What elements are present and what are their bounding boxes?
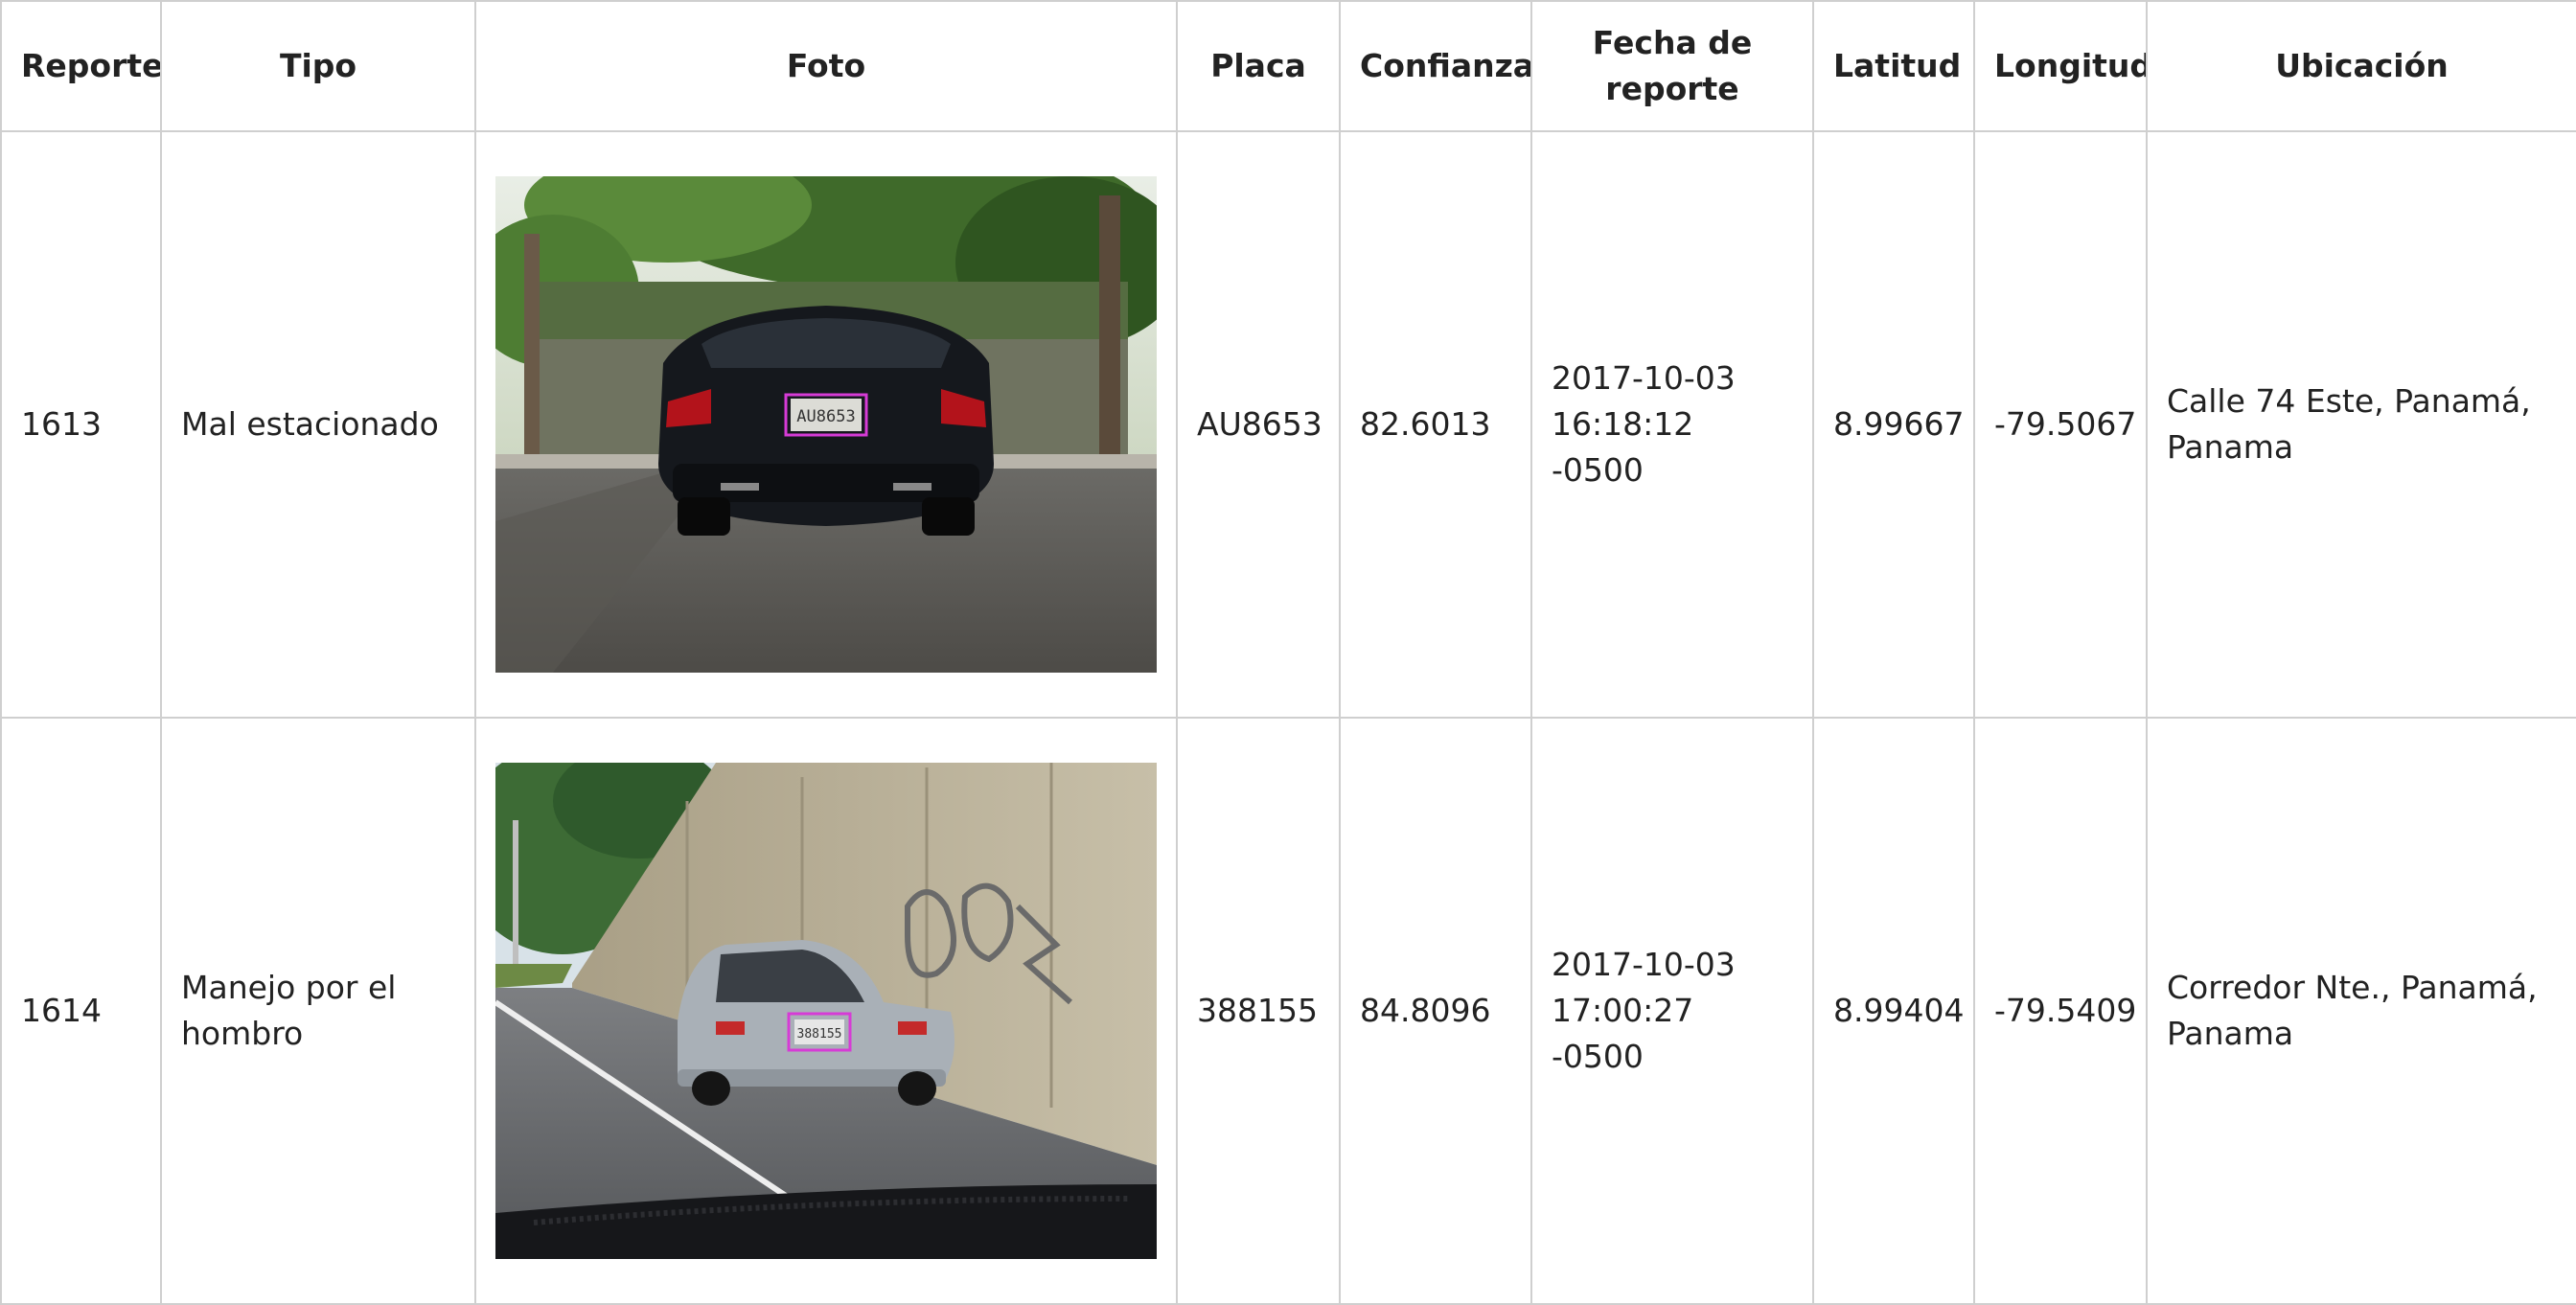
cell-reporte: 1613 [0,130,162,719]
header-reporte: Reporte [0,0,162,132]
cell-foto: 388155 [474,717,1178,1305]
header-placa: Placa [1176,0,1341,132]
cell-latitud: 8.99404 [1812,717,1975,1305]
cell-latitud: 8.99667 [1812,130,1975,719]
reports-table: Reporte Tipo Foto Placa Confianza Fecha … [0,0,2576,1305]
cell-fecha: 2017-10-03 17:00:27 -0500 [1530,717,1814,1305]
table-row: 1613 Mal estacionado AU8653 AU8653 82.60… [0,130,2576,719]
cell-ubicacion: Calle 74 Este, Panamá, Panama [2146,130,2576,719]
cell-confianza: 82.6013 [1339,130,1532,719]
cell-tipo: Manejo por el hombro [160,717,476,1305]
report-photo-driving-car[interactable]: 388155 [495,763,1157,1259]
cell-reporte: 1614 [0,717,162,1305]
header-fecha: Fecha de reporte [1530,0,1814,132]
header-row: Reporte Tipo Foto Placa Confianza Fecha … [0,0,2576,132]
cell-foto: AU8653 [474,130,1178,719]
cell-fecha: 2017-10-03 16:18:12 -0500 [1530,130,1814,719]
cell-longitud: -79.5409 [1973,717,2148,1305]
cell-ubicacion: Corredor Nte., Panamá, Panama [2146,717,2576,1305]
cell-tipo: Mal estacionado [160,130,476,719]
cell-placa: AU8653 [1176,130,1341,719]
plate-text: AU8653 [796,407,855,426]
header-foto: Foto [474,0,1178,132]
header-ubicacion: Ubicación [2146,0,2576,132]
plate-text: 388155 [797,1027,842,1042]
header-longitud: Longitud [1973,0,2148,132]
header-confianza: Confianza [1339,0,1532,132]
table-row: 1614 Manejo por el hombro 388155 388155 … [0,717,2576,1305]
cell-longitud: -79.5067 [1973,130,2148,719]
report-photo-parked-car[interactable]: AU8653 [495,176,1157,673]
cell-placa: 388155 [1176,717,1341,1305]
header-latitud: Latitud [1812,0,1975,132]
cell-confianza: 84.8096 [1339,717,1532,1305]
header-tipo: Tipo [160,0,476,132]
